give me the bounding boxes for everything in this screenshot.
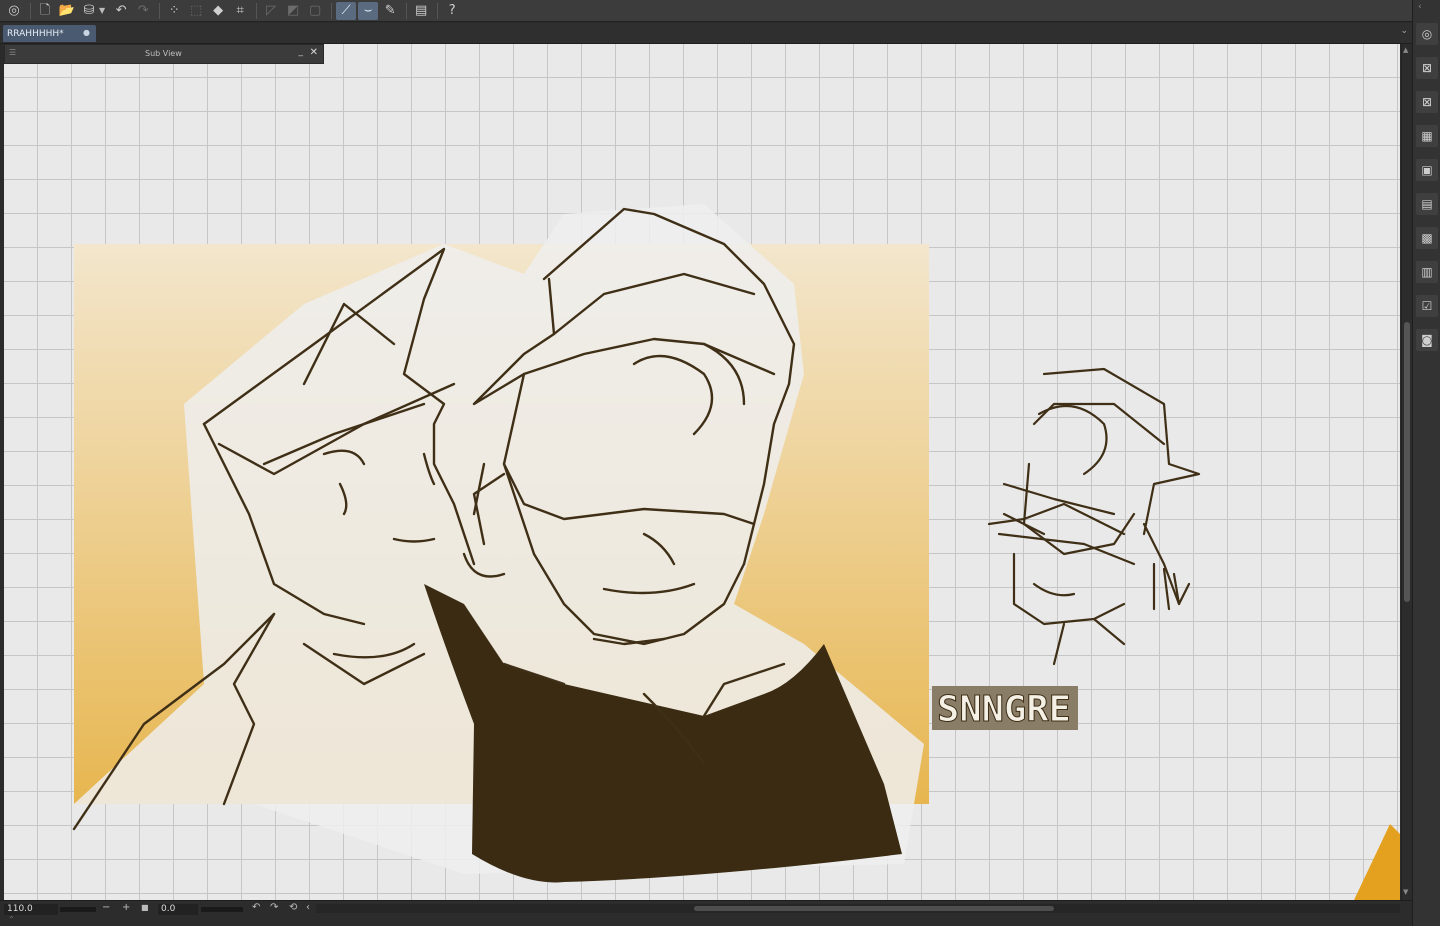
correction-icon[interactable]: ◩	[283, 2, 303, 20]
scroll-up-icon[interactable]: ▲	[1403, 46, 1408, 54]
toolbar-separator	[256, 2, 258, 19]
new-file-icon[interactable]: 🗋	[35, 2, 55, 20]
vertical-scrollbar[interactable]: ▲ ▼	[1401, 44, 1412, 900]
document-tab-title: RRAHHHHH*	[7, 28, 64, 39]
material-icon[interactable]: ▩	[1416, 227, 1438, 249]
toolbar-separator	[30, 2, 31, 19]
toolbar-separator	[437, 2, 439, 19]
vertical-scroll-thumb[interactable]	[1404, 322, 1410, 602]
collapse-chevron-icon[interactable]: ‹	[1418, 2, 1422, 12]
brush-size-icon[interactable]: ⊠	[1416, 91, 1438, 113]
zoom-out-button[interactable]: −	[102, 902, 110, 913]
deselect-icon[interactable]: ⬚	[186, 2, 206, 20]
signature-text: SNNGRE	[937, 689, 1071, 730]
fill-icon[interactable]: ◆	[208, 2, 228, 20]
right-panel-dock: ‹ ◎ ⊠ ⊠ ▦ ▣ ▤ ▩ ▥ ☑ ◙	[1412, 0, 1440, 926]
zoom-in-button[interactable]: +	[122, 902, 130, 913]
layer-icon[interactable]: ▥	[1416, 261, 1438, 283]
zoom-level-field[interactable]: 110.0	[4, 904, 58, 915]
zoom-slider[interactable]	[60, 907, 96, 912]
expand-icon[interactable]: ⌃	[8, 915, 15, 924]
navigator-icon[interactable]: ◎	[1416, 23, 1438, 45]
toolbar-separator	[159, 2, 161, 19]
redo-icon[interactable]: ↷	[133, 2, 153, 20]
toolbar-separator	[331, 2, 333, 19]
crop-icon[interactable]: ⌗	[230, 2, 250, 20]
small-sketches	[987, 367, 1201, 666]
color-set-icon[interactable]: ▣	[1416, 159, 1438, 181]
subview-panel[interactable]: ☰ Sub View _ ✕	[4, 44, 324, 64]
main-toolbar: ◎ 🗋 📂 ⛁ ▼ ↶ ↷ ⁘ ⬚ ◆ ⌗ ◸ ◩ ▢ ⟋ ⌣ ✎ ▤ ?	[0, 0, 1412, 22]
subview-title: Sub View	[145, 49, 182, 58]
select-all-icon[interactable]: ⁘	[164, 2, 184, 20]
transform-icon[interactable]: ◸	[261, 2, 281, 20]
color-wheel-icon[interactable]: ▦	[1416, 125, 1438, 147]
save-dropdown-chevron-icon[interactable]: ▼	[99, 6, 105, 15]
tool-property-icon[interactable]: ⊠	[1416, 57, 1438, 79]
curve-icon[interactable]: ⌣	[358, 1, 379, 20]
app-logo-icon[interactable]: ◎	[4, 2, 24, 20]
reference-icon[interactable]: ▤	[411, 2, 431, 20]
document-tab-bar: RRAHHHHH* ● ⌄	[0, 23, 1412, 44]
rotation-slider[interactable]	[201, 907, 243, 912]
open-file-icon[interactable]: 📂	[57, 2, 77, 20]
horizontal-scroll-thumb[interactable]	[694, 906, 1054, 911]
scroll-left-icon[interactable]: ‹	[306, 902, 310, 913]
history-icon[interactable]: ☑	[1416, 295, 1438, 317]
rotate-left-icon[interactable]: ↶	[252, 902, 260, 913]
undo-icon[interactable]: ↶	[111, 2, 131, 20]
rotation-angle-field[interactable]: 0.0	[158, 904, 198, 915]
close-icon[interactable]: ✕	[310, 47, 318, 58]
scroll-down-icon[interactable]: ▼	[1403, 888, 1408, 896]
unsaved-dot-icon[interactable]: ●	[83, 28, 90, 37]
rotate-right-icon[interactable]: ↷	[270, 902, 278, 913]
save-icon[interactable]: ⛁	[79, 2, 99, 20]
status-bar: 110.0 − + ■ 0.0 ↶ ↷ ⟲ ‹ ⌃	[0, 900, 1412, 926]
horizontal-scrollbar[interactable]	[316, 904, 1400, 913]
tone-icon[interactable]: ▢	[305, 2, 325, 20]
drag-handle-icon[interactable]: ☰	[9, 48, 16, 57]
layer-property-icon[interactable]: ▤	[1416, 193, 1438, 215]
document-tab[interactable]: RRAHHHHH* ●	[3, 25, 96, 42]
camera-icon[interactable]: ◙	[1416, 329, 1438, 351]
drawing-canvas[interactable]: SNNGRE	[4, 44, 1400, 900]
chevron-down-icon[interactable]: ⌄	[1400, 26, 1408, 36]
pen-pressure-icon[interactable]: ✎	[380, 2, 400, 20]
minimize-icon[interactable]: _	[299, 47, 304, 57]
toolbar-separator	[406, 2, 408, 19]
artwork: SNNGRE	[72, 204, 1400, 900]
stabilizer-icon[interactable]: ⟋	[336, 1, 357, 20]
help-icon[interactable]: ?	[442, 2, 462, 20]
corner-accent	[1354, 824, 1400, 900]
reset-rotation-icon[interactable]: ⟲	[289, 902, 297, 913]
fit-view-icon[interactable]: ■	[141, 903, 149, 912]
